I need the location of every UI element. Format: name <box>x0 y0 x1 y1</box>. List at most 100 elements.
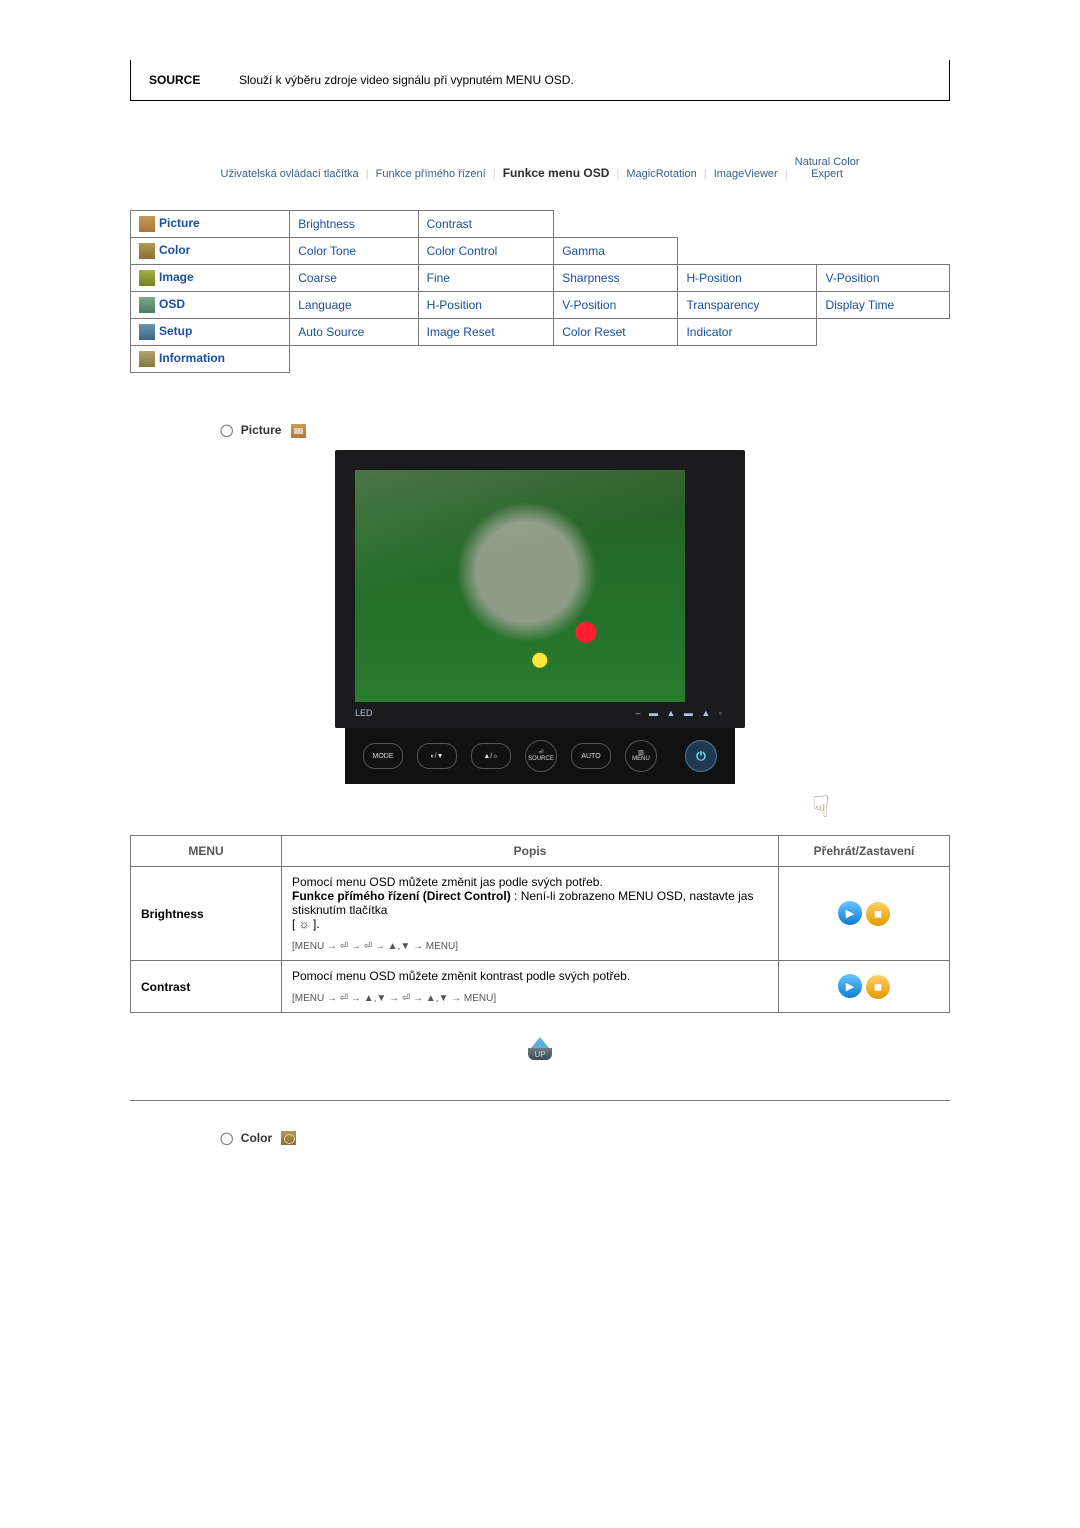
play-button[interactable] <box>838 974 862 998</box>
stop-button[interactable] <box>866 902 890 926</box>
menu-item <box>817 319 950 346</box>
menu-category[interactable]: Image <box>131 265 290 292</box>
breadcrumb-separator: | <box>493 168 496 180</box>
source-row: SOURCE Slouží k výběru zdroje video sign… <box>130 60 950 101</box>
menu-link[interactable]: Coarse <box>298 271 337 285</box>
scroll-up-button[interactable]: UP <box>130 1037 950 1060</box>
menu-item <box>817 211 950 238</box>
menu-category[interactable]: Setup <box>131 319 290 346</box>
menu-item <box>290 346 418 373</box>
menu-link[interactable]: Sharpness <box>562 271 619 285</box>
menu-item <box>678 211 817 238</box>
category-icon <box>139 324 155 340</box>
menu-item <box>678 346 817 373</box>
auto-button[interactable]: AUTO <box>571 743 611 769</box>
menu-category[interactable]: Color <box>131 238 290 265</box>
color-icon <box>281 1131 296 1145</box>
menu-item[interactable]: Fine <box>418 265 554 292</box>
menu-item[interactable]: Brightness <box>290 211 418 238</box>
menu-item[interactable]: Color Tone <box>290 238 418 265</box>
menu-item[interactable]: Indicator <box>678 319 817 346</box>
source-label: SOURCE <box>149 73 239 87</box>
header-play: Přehrát/Zastavení <box>779 836 950 867</box>
breadcrumb-item[interactable]: ImageViewer <box>714 168 778 180</box>
menu-item[interactable]: Image Reset <box>418 319 554 346</box>
hand-cursor-icon: ☟ <box>130 790 950 825</box>
menu-item[interactable]: V-Position <box>817 265 950 292</box>
desc-line: [ ☼ ]. <box>292 917 768 931</box>
menu-link[interactable]: Indicator <box>686 325 732 339</box>
menu-item[interactable]: Gamma <box>554 238 678 265</box>
menu-item[interactable]: Color Control <box>418 238 554 265</box>
down-button[interactable]: ◐/▼ <box>417 743 457 769</box>
menu-item <box>418 346 554 373</box>
menu-category[interactable]: OSD <box>131 292 290 319</box>
monitor-button-strip: MODE ◐/▼ ▲/☼ ⏎ SOURCE AUTO ▥ MENU ⏻ <box>345 728 735 784</box>
menu-link[interactable]: H-Position <box>686 271 741 285</box>
desc-menu-name: Brightness <box>131 867 282 961</box>
play-button[interactable] <box>838 901 862 925</box>
menu-link[interactable]: V-Position <box>825 271 879 285</box>
desc-menu-name: Contrast <box>131 961 282 1013</box>
menu-item[interactable]: Coarse <box>290 265 418 292</box>
menu-item[interactable]: Sharpness <box>554 265 678 292</box>
menu-item[interactable]: Color Reset <box>554 319 678 346</box>
power-button[interactable]: ⏻ <box>685 740 717 772</box>
up-brightness-button[interactable]: ▲/☼ <box>471 743 511 769</box>
header-menu: MENU <box>131 836 282 867</box>
menu-link[interactable]: Display Time <box>825 298 894 312</box>
menu-item[interactable]: H-Position <box>418 292 554 319</box>
category-icon <box>139 216 155 232</box>
menu-button[interactable]: ▥ MENU <box>625 740 657 772</box>
menu-link[interactable]: Fine <box>427 271 450 285</box>
description-table: MENU Popis Přehrát/Zastavení BrightnessP… <box>130 835 950 1013</box>
breadcrumb-separator: | <box>366 168 369 180</box>
monitor-illustration: LED – ▬ ▲ ▬ ▲ ◦ MODE ◐/▼ ▲/☼ ⏎ SOURCE AU… <box>130 450 950 825</box>
menu-item[interactable]: Transparency <box>678 292 817 319</box>
menu-path: [MENU → ⏎ → ⏎ → ▲,▼ → MENU] <box>292 941 768 952</box>
divider <box>130 1100 950 1101</box>
source-enter-button[interactable]: ⏎ SOURCE <box>525 740 557 772</box>
menu-link[interactable]: Brightness <box>298 217 355 231</box>
breadcrumb-item-active[interactable]: Funkce menu OSD <box>503 166 610 180</box>
osd-menu-grid: Picture Brightness Contrast Color Color Tone… <box>130 210 950 373</box>
menu-item <box>554 346 678 373</box>
menu-link[interactable]: Image Reset <box>427 325 495 339</box>
stop-button[interactable] <box>866 975 890 999</box>
menu-item <box>554 211 678 238</box>
section-heading-picture: ◯ Picture <box>220 423 950 438</box>
breadcrumb-item[interactable]: Uživatelská ovládací tlačítka <box>221 168 359 180</box>
breadcrumb-item[interactable]: Funkce přímého řízení <box>376 168 486 180</box>
menu-link[interactable]: Transparency <box>686 298 759 312</box>
menu-item[interactable]: Auto Source <box>290 319 418 346</box>
menu-link[interactable]: Color Control <box>427 244 498 258</box>
menu-item[interactable]: Language <box>290 292 418 319</box>
mode-button[interactable]: MODE <box>363 743 403 769</box>
menu-item[interactable]: V-Position <box>554 292 678 319</box>
breadcrumb-separator: | <box>785 168 788 180</box>
menu-link[interactable]: V-Position <box>562 298 616 312</box>
menu-link[interactable]: Contrast <box>427 217 472 231</box>
menu-link[interactable]: Gamma <box>562 244 605 258</box>
menu-link[interactable]: H-Position <box>427 298 482 312</box>
menu-category[interactable]: Picture <box>131 211 290 238</box>
category-label: OSD <box>159 297 185 311</box>
menu-link[interactable]: Language <box>298 298 351 312</box>
category-label: Setup <box>159 324 192 338</box>
led-indicators: – ▬ ▲ ▬ ▲ ◦ <box>635 708 725 718</box>
menu-link[interactable]: Auto Source <box>298 325 364 339</box>
category-icon <box>139 270 155 286</box>
menu-link[interactable]: Color Tone <box>298 244 356 258</box>
menu-item[interactable]: H-Position <box>678 265 817 292</box>
section-title: Color <box>241 1131 272 1145</box>
menu-path: [MENU → ⏎ → ▲,▼ → ⏎ → ▲,▼ → MENU] <box>292 993 768 1004</box>
breadcrumb-separator: | <box>616 168 619 180</box>
desc-line: Pomocí menu OSD můžete změnit kontrast p… <box>292 969 768 983</box>
menu-link[interactable]: Color Reset <box>562 325 625 339</box>
menu-item[interactable]: Contrast <box>418 211 554 238</box>
menu-item[interactable]: Display Time <box>817 292 950 319</box>
menu-category[interactable]: Information <box>131 346 290 373</box>
section-heading-color: ◯ Color <box>220 1131 950 1146</box>
breadcrumb-item[interactable]: MagicRotation <box>626 168 696 180</box>
breadcrumb-item[interactable]: Natural Color Expert <box>795 156 860 180</box>
